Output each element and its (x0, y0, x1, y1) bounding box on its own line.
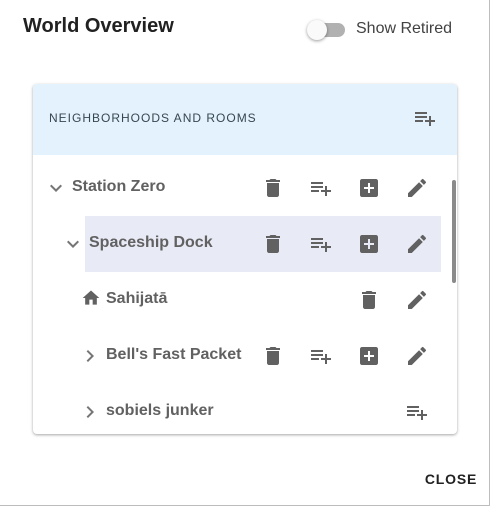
playlist-add-icon[interactable] (309, 344, 333, 368)
neighborhoods-card: NEIGHBORHOODS AND ROOMS Station Zero Spa… (33, 84, 457, 434)
playlist-add-icon[interactable] (309, 176, 333, 200)
tree-row-sobiels-junker[interactable]: sobiels junker (33, 384, 441, 434)
card-header-title: NEIGHBORHOODS AND ROOMS (49, 111, 257, 125)
dialog-title: World Overview (23, 15, 174, 37)
playlist-add-icon[interactable] (405, 400, 429, 424)
edit-icon[interactable] (405, 232, 429, 256)
toggle-thumb (307, 20, 327, 40)
tree-row-label: Sahijatā (106, 290, 168, 307)
tree-row-station-zero[interactable]: Station Zero (33, 160, 441, 216)
add-box-icon[interactable] (357, 176, 381, 200)
tree-scrollbar[interactable] (452, 180, 456, 283)
tree-row-label: Bell's Fast Packet (106, 346, 242, 363)
chevron-down-icon[interactable] (61, 232, 85, 256)
delete-icon[interactable] (261, 176, 285, 200)
tree-row-label: sobiels junker (106, 402, 214, 419)
home-icon (81, 288, 101, 308)
close-button[interactable]: CLOSE (418, 466, 484, 492)
edit-icon[interactable] (405, 288, 429, 312)
playlist-add-icon[interactable] (413, 106, 437, 130)
show-retired-label[interactable]: Show Retired (356, 20, 452, 38)
show-retired-toggle[interactable] (307, 20, 345, 40)
delete-icon[interactable] (261, 344, 285, 368)
add-box-icon[interactable] (357, 232, 381, 256)
chevron-right-icon[interactable] (78, 344, 102, 368)
edit-icon[interactable] (405, 344, 429, 368)
delete-icon[interactable] (261, 232, 285, 256)
tree-row-bells-fast-packet[interactable]: Bell's Fast Packet (33, 328, 441, 384)
tree-row-spaceship-dock[interactable]: Spaceship Dock (33, 216, 441, 272)
room-tree: Station Zero Spaceship Dock Sahijatā Bel… (33, 155, 457, 434)
add-box-icon[interactable] (357, 344, 381, 368)
delete-icon[interactable] (357, 288, 381, 312)
world-overview-dialog: World Overview Show Retired NEIGHBORHOOD… (0, 0, 490, 506)
chevron-down-icon[interactable] (44, 176, 68, 200)
tree-row-label: Spaceship Dock (89, 234, 213, 251)
tree-row-label: Station Zero (72, 178, 166, 195)
chevron-right-icon[interactable] (78, 400, 102, 424)
card-header: NEIGHBORHOODS AND ROOMS (33, 84, 457, 155)
edit-icon[interactable] (405, 176, 429, 200)
tree-row-sahijata[interactable]: Sahijatā (33, 272, 441, 328)
playlist-add-icon[interactable] (309, 232, 333, 256)
